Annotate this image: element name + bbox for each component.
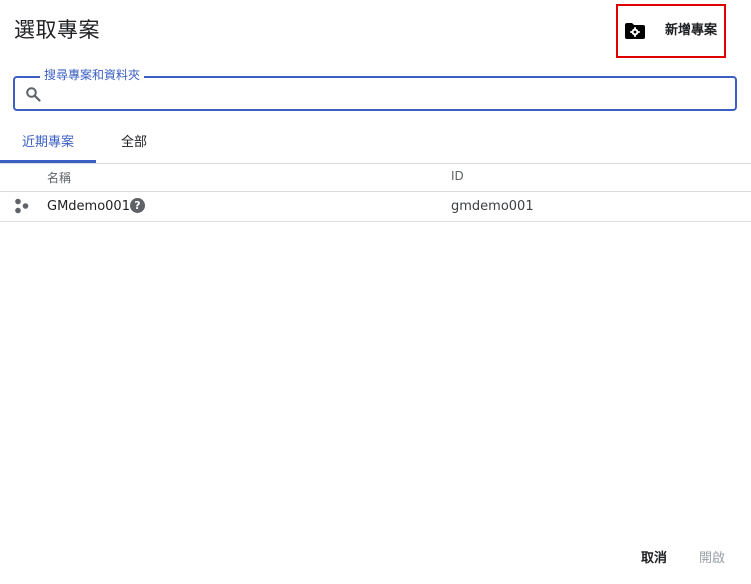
folder-gear-icon — [625, 23, 645, 39]
new-project-label: 新增專案 — [665, 23, 718, 38]
search-input[interactable] — [49, 82, 723, 106]
column-header-id: ID — [451, 169, 464, 183]
project-tabs: 近期專案 全部 — [0, 126, 751, 164]
project-name: GMdemo001 — [47, 199, 130, 214]
dialog-title: 選取專案 — [14, 18, 100, 42]
tab-recent-projects[interactable]: 近期專案 — [0, 126, 96, 163]
select-project-dialog: 選取專案 新增專案 搜尋專案和資料夾 近期專案 全部 名稱 ID GMdemo0… — [0, 0, 751, 584]
open-button[interactable]: 開啟 — [699, 550, 725, 568]
search-icon — [26, 87, 41, 102]
cancel-button[interactable]: 取消 — [641, 550, 667, 568]
table-header: 名稱 ID — [0, 164, 751, 192]
column-header-name: 名稱 — [47, 171, 72, 185]
project-hexagon-icon — [15, 198, 29, 214]
help-icon[interactable]: ? — [130, 198, 145, 213]
project-id: gmdemo001 — [451, 199, 534, 214]
project-table: 名稱 ID GMdemo001 ? gmdemo001 — [0, 164, 751, 222]
new-project-button[interactable]: 新增專案 — [616, 4, 726, 58]
tab-all[interactable]: 全部 — [96, 126, 172, 160]
table-row[interactable]: GMdemo001 ? gmdemo001 — [0, 192, 751, 222]
search-label: 搜尋專案和資料夾 — [40, 67, 145, 83]
